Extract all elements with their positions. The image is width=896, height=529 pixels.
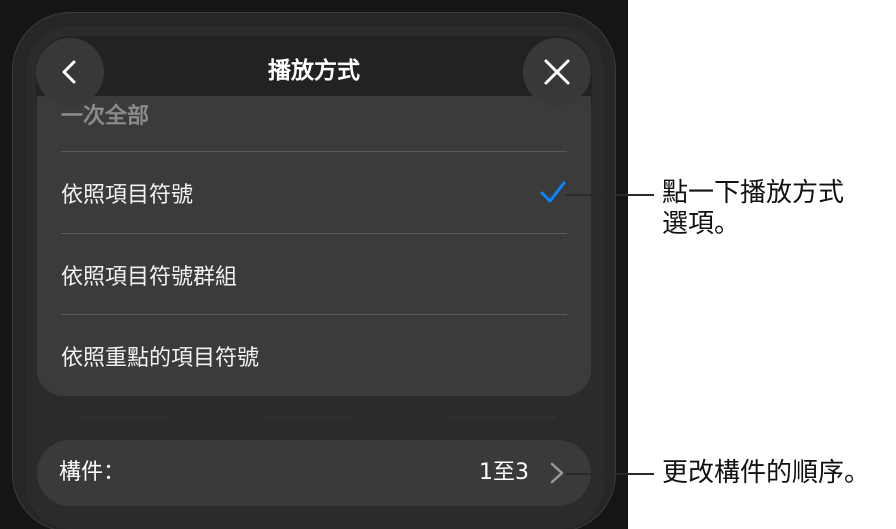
ghost-control [446, 415, 556, 421]
close-icon [544, 59, 570, 85]
ghost-control [262, 415, 352, 421]
callout-delivery-line1: 點一下播放方式 [662, 178, 845, 208]
list-item-by-bullet-group[interactable]: 依照項目符號群組 [61, 234, 567, 315]
list-item-by-bullet[interactable]: 依照項目符號 [61, 152, 567, 233]
callout-line-builds [566, 473, 654, 475]
builds-row[interactable]: 構件： 1至3 [37, 440, 591, 506]
callout-delivery-line2: 選項。 [662, 209, 741, 239]
builds-label: 構件： [59, 460, 126, 485]
list-item-by-highlighted-bullet[interactable]: 依照重點的項目符號 [61, 315, 567, 396]
ghost-control [78, 415, 168, 421]
list-item-label: 依照項目符號群組 [61, 264, 238, 290]
builds-value: 1至3 [479, 460, 529, 485]
checkmark-icon [540, 181, 566, 203]
device-screen: 一次全部 依照項目符號 依照項目符號群組 依照重點的項目符號 播放方式 構件： … [0, 0, 628, 529]
list-item-label: 依照項目符號 [61, 182, 194, 208]
callout-builds: 更改構件的順序。 [662, 458, 871, 488]
chevron-right-icon [550, 462, 564, 484]
callout-line-delivery [566, 194, 654, 196]
delivery-options-list: 一次全部 依照項目符號 依照項目符號群組 依照重點的項目符號 [37, 96, 591, 396]
list-item-label: 依照重點的項目符號 [61, 345, 260, 371]
close-button[interactable] [523, 38, 591, 106]
